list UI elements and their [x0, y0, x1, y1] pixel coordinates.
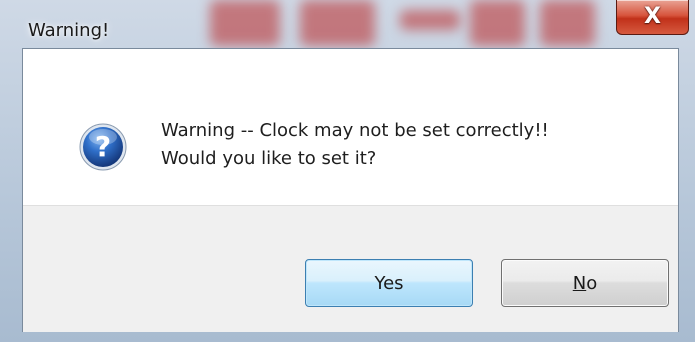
close-button[interactable]: X	[616, 0, 689, 35]
button-bar: Yes No	[23, 205, 678, 332]
no-button-mnemonic: N	[572, 272, 587, 294]
title-bar[interactable]: Warning! X	[8, 0, 689, 46]
message-area: ? Warning -- Clock may not be set correc…	[23, 49, 678, 204]
message-line-2: Would you like to set it?	[161, 148, 377, 169]
dialog-window: Warning! X ? Warning -- Clock may not be…	[0, 0, 695, 342]
dialog-message: Warning -- Clock may not be set correctl…	[161, 117, 549, 173]
no-button[interactable]: No	[501, 259, 669, 307]
no-button-label: No	[573, 273, 597, 294]
question-icon: ?	[79, 123, 127, 171]
no-button-label-rest: o	[586, 272, 598, 294]
yes-button[interactable]: Yes	[305, 259, 473, 307]
svg-text:?: ?	[95, 130, 111, 163]
yes-button-label: Yes	[374, 272, 404, 294]
close-icon: X	[644, 4, 661, 29]
message-line-1: Warning -- Clock may not be set correctl…	[161, 120, 549, 141]
dialog-client-area: ? Warning -- Clock may not be set correc…	[22, 48, 679, 332]
window-title: Warning!	[28, 20, 110, 41]
